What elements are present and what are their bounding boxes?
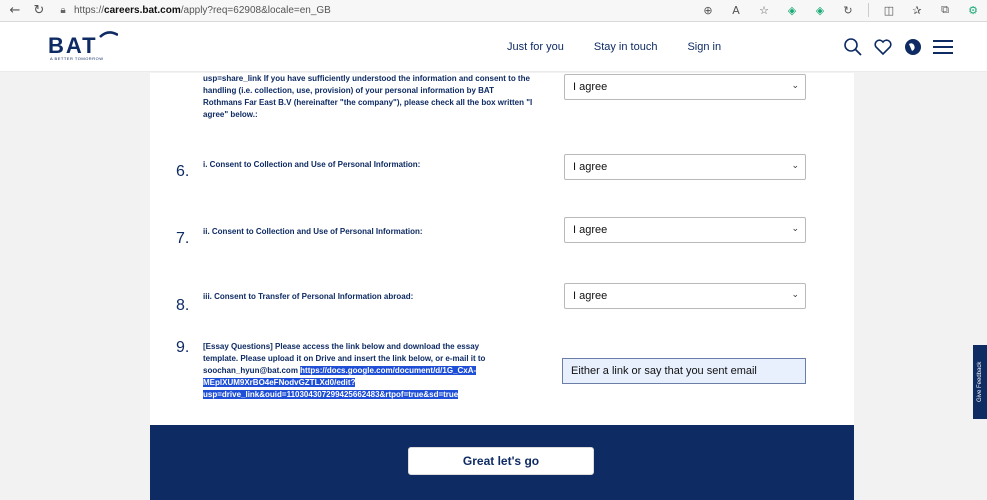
essay-link-input[interactable]: Either a link or say that you sent email xyxy=(562,358,806,384)
globe-icon[interactable] xyxy=(902,36,924,58)
zoom-icon[interactable]: ⊕ xyxy=(700,2,716,18)
q9-line2: template. Please upload it on Drive and … xyxy=(203,354,486,363)
split-screen-icon[interactable]: ◫ xyxy=(881,2,897,18)
reload-icon[interactable]: ↻ xyxy=(30,2,48,20)
q5-selected-value: I agree xyxy=(573,81,608,93)
url-path: /apply?req=62908&locale=en_GB xyxy=(180,5,331,16)
q9-text: [Essay Questions] Please access the link… xyxy=(203,341,543,401)
q7-text: ii. Consent to Collection and Use of Per… xyxy=(203,227,423,236)
form-footer: Great let's go xyxy=(150,425,854,500)
favorites-icon[interactable]: ✰ xyxy=(909,2,925,18)
chevron-down-icon: ⌄ xyxy=(791,161,799,171)
lock-icon: 🔒︎ xyxy=(60,5,66,16)
address-bar[interactable]: 🔒︎ https://careers.bat.com/apply?req=629… xyxy=(56,2,331,20)
url-text[interactable]: https://careers.bat.com/apply?req=62908&… xyxy=(74,5,331,16)
submit-button[interactable]: Great let's go xyxy=(408,447,594,475)
q8-text: iii. Consent to Transfer of Personal Inf… xyxy=(203,292,414,301)
q7-selected-value: I agree xyxy=(573,224,608,236)
header-icons xyxy=(842,36,954,58)
q6-number: 6. xyxy=(176,163,190,180)
q9-line1: [Essay Questions] Please access the link… xyxy=(203,342,480,351)
chevron-down-icon: ⌄ xyxy=(791,224,799,234)
q8-number: 8. xyxy=(176,297,190,314)
search-icon[interactable] xyxy=(842,36,864,58)
q5-text: usp=share_link If you have sufficiently … xyxy=(203,74,533,119)
nav-stay-in-touch[interactable]: Stay in touch xyxy=(594,41,658,53)
essay-link-placeholder: Either a link or say that you sent email xyxy=(571,365,757,377)
q6-consent-select[interactable]: I agree ⌄ xyxy=(564,154,806,180)
browser-actions: ⊕ A ☆ ◈ ◈ ↻ ◫ ✰ ⧉ ⚙ xyxy=(700,2,981,18)
menu-icon[interactable] xyxy=(932,36,954,58)
toolbar-separator xyxy=(868,3,869,17)
back-icon[interactable]: ← xyxy=(6,2,24,20)
q7-consent-select[interactable]: I agree ⌄ xyxy=(564,217,806,243)
site-header: BAT A BETTER TOMORROW Just for you Stay … xyxy=(0,22,987,72)
q6-text: i. Consent to Collection and Use of Pers… xyxy=(203,160,421,169)
favorite-star-icon[interactable]: ☆ xyxy=(756,2,772,18)
logo-text: BAT xyxy=(48,33,98,58)
browser-toolbar: ← ↻ 🔒︎ https://careers.bat.com/apply?req… xyxy=(0,0,987,22)
q5-consent-select[interactable]: I agree ⌄ xyxy=(564,74,806,100)
q9-essay-link[interactable]: https://docs.google.com/document/d/1G_Cx… xyxy=(300,366,477,375)
q6-selected-value: I agree xyxy=(573,161,608,173)
profile-icon[interactable]: ⚙ xyxy=(965,2,981,18)
extension-shield-icon[interactable]: ◈ xyxy=(784,2,800,18)
q8-selected-value: I agree xyxy=(573,290,608,302)
top-nav: Just for you Stay in touch Sign in xyxy=(507,22,721,72)
logo-tagline: A BETTER TOMORROW xyxy=(50,56,104,61)
url-host: careers.bat.com xyxy=(104,5,181,16)
url-prefix: https:// xyxy=(74,5,105,16)
collections-icon[interactable]: ⧉ xyxy=(937,2,953,18)
nav-just-for-you[interactable]: Just for you xyxy=(507,41,564,53)
q9-essay-link-end[interactable]: usp=drive_link&ouid=11030430729942566248… xyxy=(203,390,459,399)
read-aloud-icon[interactable]: A xyxy=(728,2,744,18)
heart-icon[interactable] xyxy=(872,36,894,58)
extension-icon[interactable]: ◈ xyxy=(812,2,828,18)
q9-number: 9. xyxy=(176,339,190,356)
q7-number: 7. xyxy=(176,230,190,247)
nav-sign-in[interactable]: Sign in xyxy=(687,41,721,53)
refresh-extension-icon[interactable]: ↻ xyxy=(840,2,856,18)
q8-consent-select[interactable]: I agree ⌄ xyxy=(564,283,806,309)
bat-logo[interactable]: BAT A BETTER TOMORROW xyxy=(48,31,119,61)
chevron-down-icon: ⌄ xyxy=(791,81,799,91)
feedback-tab[interactable]: Give Feedback xyxy=(973,345,987,419)
q9-email: soochan_hyun@bat.com xyxy=(203,366,298,375)
q9-essay-link-cont[interactable]: MEplXUM9XrBO4eFNodvGZTLXd0/edit? xyxy=(203,378,356,387)
chevron-down-icon: ⌄ xyxy=(791,290,799,300)
